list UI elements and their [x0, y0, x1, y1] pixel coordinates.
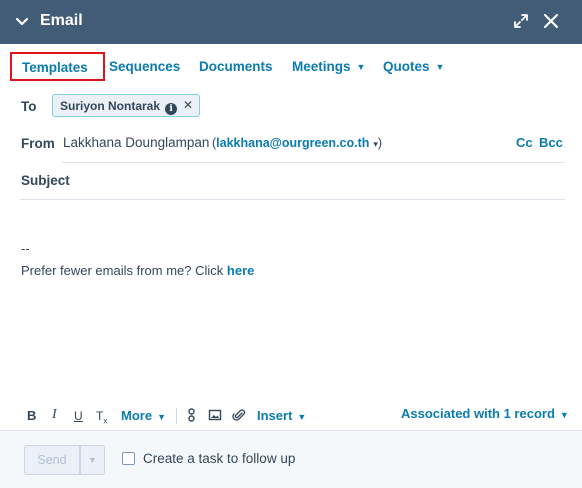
email-tools-tabs: Templates Sequences Documents Meetings ▼ …: [0, 44, 582, 88]
caret-down-icon: ▼: [157, 412, 166, 422]
divider: [20, 199, 565, 200]
tab-meetings[interactable]: Meetings ▼: [292, 59, 365, 74]
associated-records-button[interactable]: Associated with 1 record ▼: [401, 406, 569, 421]
tab-documents[interactable]: Documents: [199, 59, 273, 74]
signature-text: Prefer fewer emails from me? Click here: [21, 263, 254, 278]
close-icon[interactable]: [543, 13, 559, 29]
caret-down-icon: ▼: [435, 62, 445, 72]
recipient-name: Suriyon Nontarak: [60, 99, 161, 113]
from-email-selector[interactable]: (lakkhana@ourgreen.co.th ▾): [212, 136, 382, 150]
bold-button[interactable]: B: [27, 408, 36, 423]
link-icon[interactable]: [185, 408, 199, 422]
tab-quotes[interactable]: Quotes ▼: [383, 59, 444, 74]
tab-meetings-label: Meetings: [292, 59, 351, 74]
insert-label: Insert: [257, 408, 293, 423]
caret-down-icon: ▼: [297, 412, 307, 422]
tab-sequences[interactable]: Sequences: [109, 59, 180, 74]
panel-title: Email: [40, 12, 83, 29]
tab-templates-label: Templates: [22, 60, 88, 75]
create-task-checkbox[interactable]: [122, 452, 135, 465]
caret-down-icon: ▼: [88, 455, 97, 465]
tab-sequences-label: Sequences: [109, 59, 181, 74]
send-button[interactable]: Send: [24, 445, 80, 475]
clear-format-button[interactable]: Tx: [96, 409, 107, 425]
email-body-editor[interactable]: [20, 205, 565, 395]
expand-icon[interactable]: [513, 13, 529, 29]
signature-prompt: Prefer fewer emails from me? Click: [21, 263, 224, 278]
caret-down-icon: ▼: [559, 410, 569, 420]
associated-label: Associated with 1 record: [401, 406, 555, 421]
subject-label: Subject: [21, 173, 70, 188]
more-button[interactable]: More ▼: [121, 408, 166, 423]
image-icon[interactable]: [208, 408, 222, 422]
send-options-button[interactable]: ▼: [80, 445, 105, 475]
underline-button[interactable]: U: [74, 409, 83, 423]
attachment-icon[interactable]: [232, 408, 246, 422]
more-label: More: [121, 408, 153, 423]
chevron-down-icon[interactable]: [14, 12, 30, 30]
caret-down-icon: ▼: [356, 62, 366, 72]
toolbar-divider: [176, 408, 177, 424]
remove-recipient-icon[interactable]: ✕: [183, 98, 193, 112]
recipient-chip[interactable]: Suriyon Nontarak i ✕: [52, 94, 200, 117]
tab-templates[interactable]: Templates: [10, 52, 105, 81]
info-icon[interactable]: i: [165, 103, 178, 115]
signature-link[interactable]: here: [227, 263, 254, 278]
cc-button[interactable]: Cc: [516, 135, 533, 150]
bcc-button[interactable]: Bcc: [539, 135, 563, 150]
from-label: From: [21, 136, 55, 151]
format-toolbar: B I U Tx More ▼ Insert ▼ Associated with 1…: [0, 404, 582, 426]
from-name: Lakkhana Dounglampan: [63, 135, 210, 150]
from-email: lakkhana@ourgreen.co.th: [216, 136, 370, 150]
caret-down-icon: ▾: [373, 139, 378, 149]
create-task-label[interactable]: Create a task to follow up: [143, 451, 295, 466]
italic-button[interactable]: I: [52, 407, 57, 423]
signature-separator: --: [21, 241, 30, 256]
insert-button[interactable]: Insert ▼: [257, 408, 306, 423]
divider: [62, 162, 565, 163]
to-label: To: [21, 99, 37, 114]
email-footer: Send ▼ Create a task to follow up: [0, 430, 582, 488]
tab-documents-label: Documents: [199, 59, 273, 74]
tab-quotes-label: Quotes: [383, 59, 430, 74]
email-panel-header: Email: [0, 0, 582, 44]
